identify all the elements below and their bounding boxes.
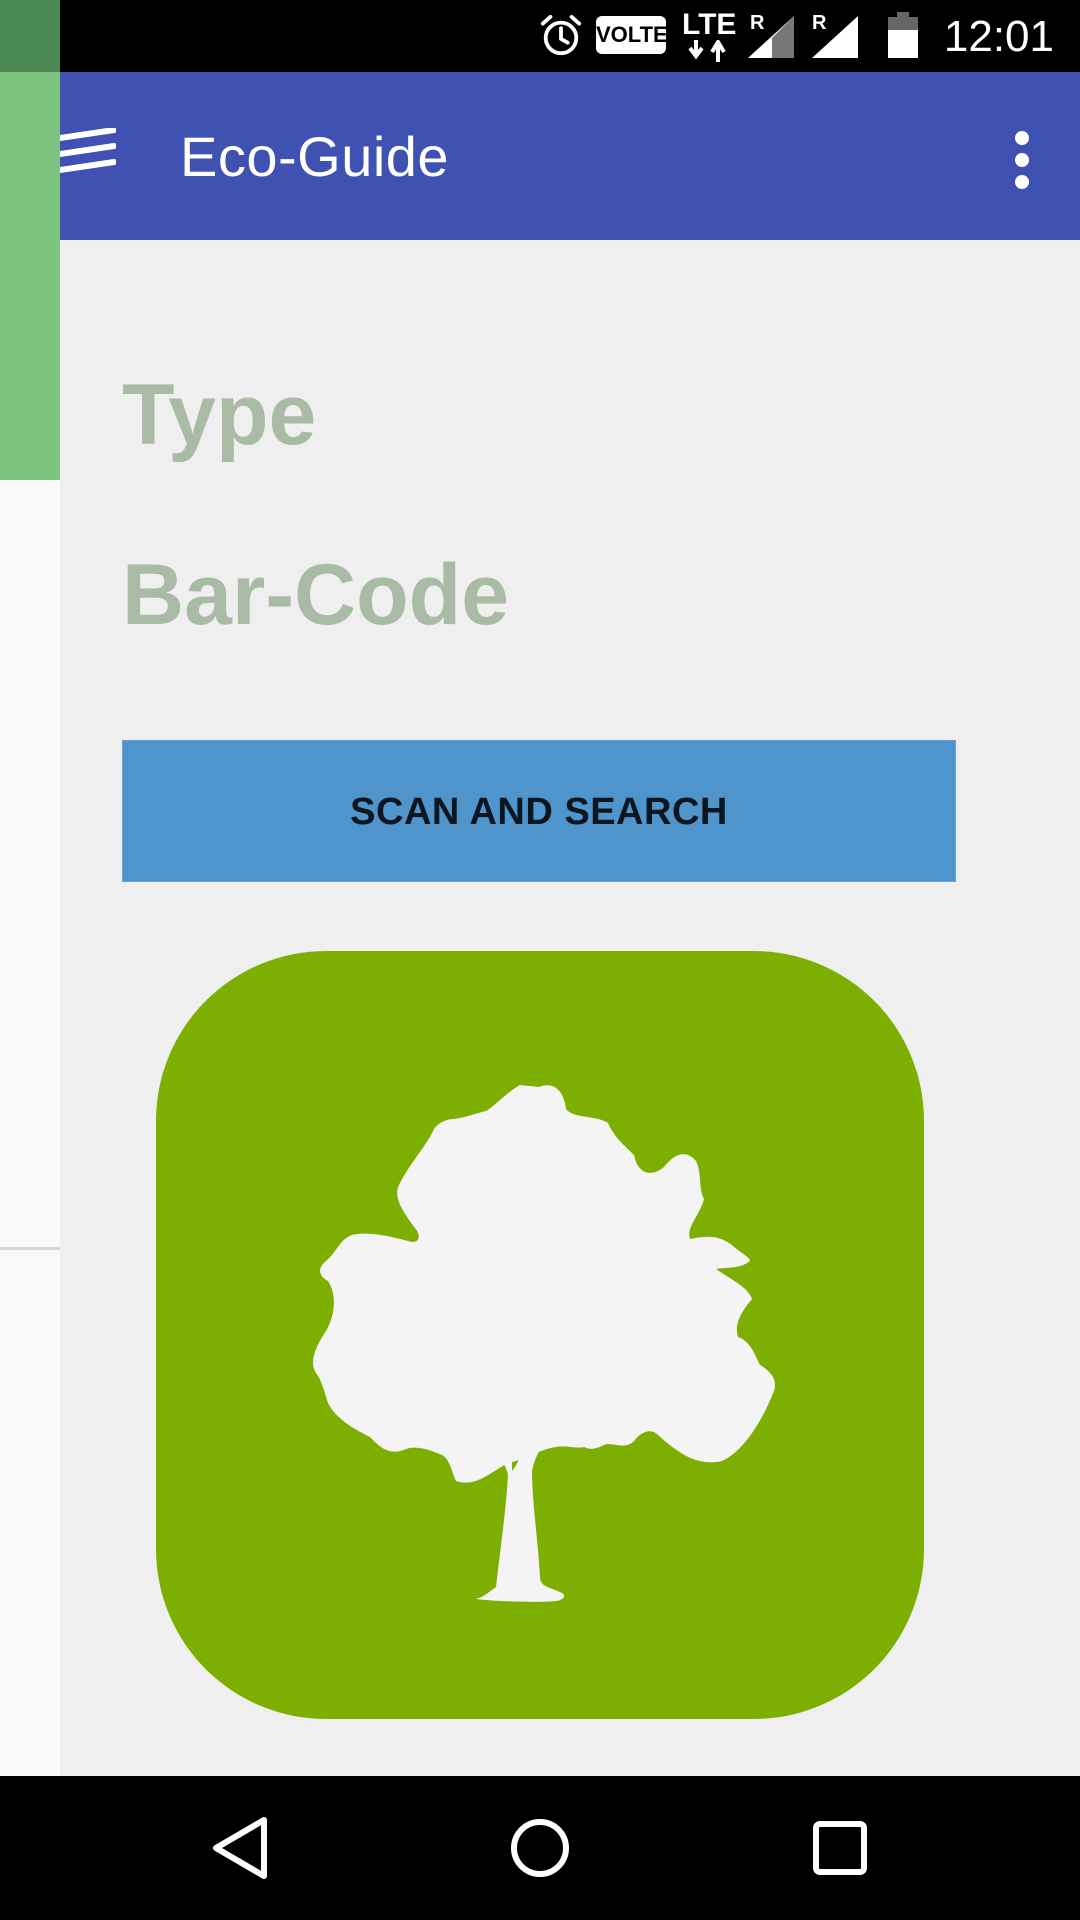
tree-icon (313, 1085, 776, 1602)
back-icon[interactable] (198, 1806, 282, 1890)
alarm-icon (540, 14, 582, 56)
barcode-label: Bar-Code (122, 547, 510, 643)
drawer-divider (0, 1247, 60, 1250)
volte-badge: VOLTE (596, 16, 668, 54)
tree-tile[interactable] (156, 951, 924, 1719)
recents-icon[interactable] (798, 1806, 882, 1890)
home-icon[interactable] (498, 1806, 582, 1890)
system-navigation-bar (0, 1776, 1080, 1920)
status-bar-drawer-edge (0, 0, 60, 72)
status-bar: VOLTE LTE R R 12:01 (0, 0, 1080, 72)
scan-and-search-button[interactable]: SCAN AND SEARCH (122, 740, 956, 882)
battery-icon (888, 12, 918, 58)
more-vert-icon[interactable] (1012, 130, 1032, 190)
type-label: Type (122, 367, 317, 463)
drawer-header (0, 72, 60, 480)
app-bar: Eco-Guide (60, 72, 1080, 240)
hamburger-icon[interactable] (60, 128, 116, 184)
clock: 12:01 (943, 12, 1054, 61)
lte-icon: LTE (682, 8, 736, 42)
data-arrows-icon (688, 40, 726, 62)
navigation-drawer-edge[interactable] (0, 72, 60, 1776)
main-content: Type Bar-Code SCAN AND SEARCH (60, 240, 1080, 1776)
lte-label: LTE (682, 8, 737, 41)
signal-icon (748, 16, 794, 58)
app-title: Eco-Guide (180, 125, 450, 188)
signal-icon (812, 16, 858, 58)
